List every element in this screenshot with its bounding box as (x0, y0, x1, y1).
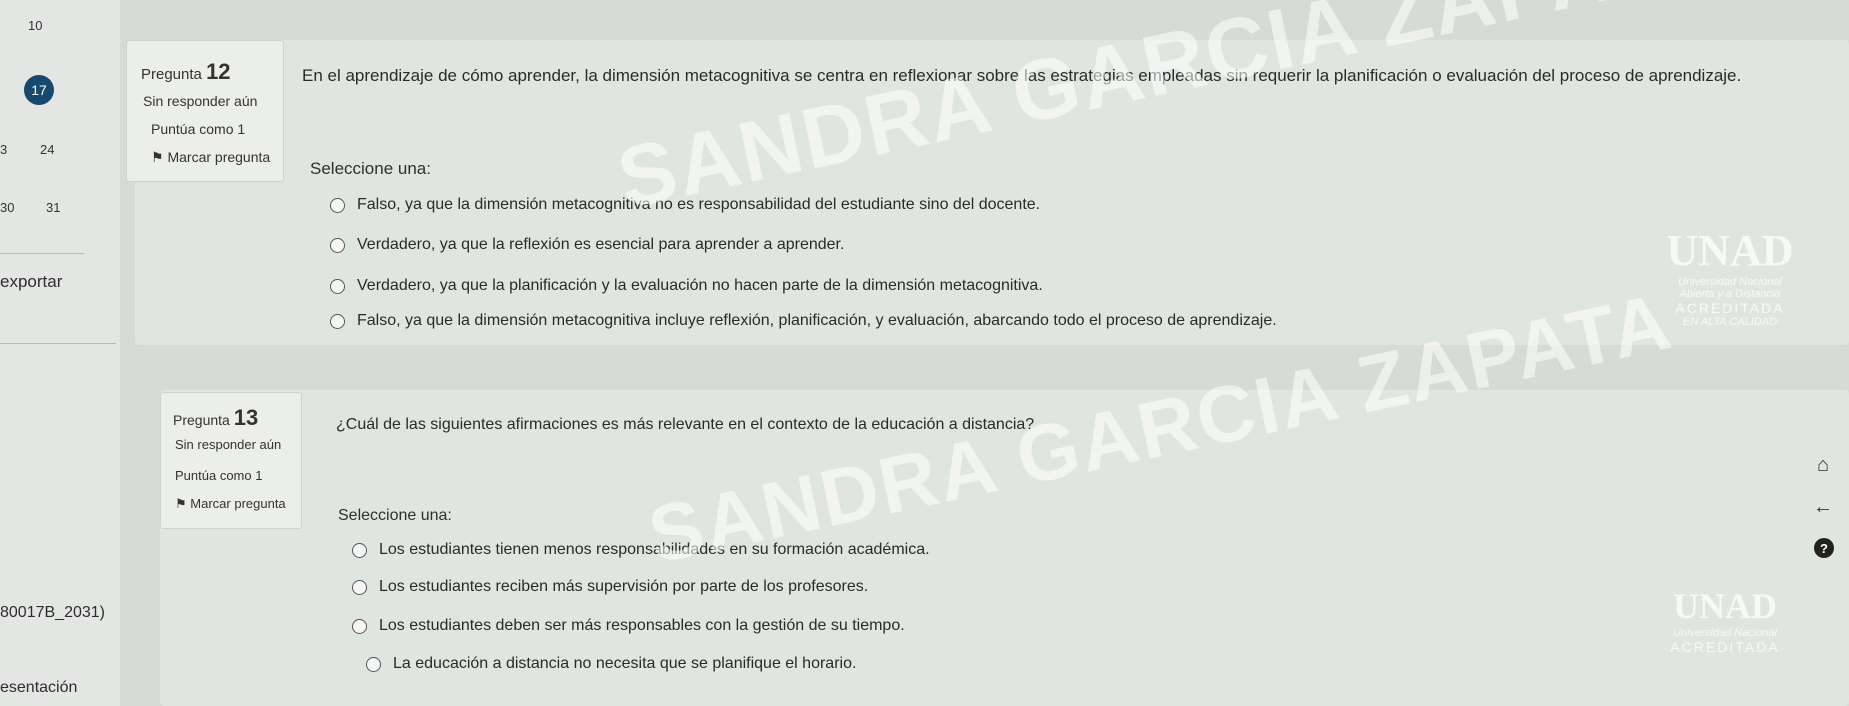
radio-button[interactable] (352, 618, 367, 634)
nav-number-24[interactable]: 24 (40, 142, 54, 157)
nav-divider-2 (0, 343, 116, 344)
logo-name: UNAD (1673, 586, 1777, 626)
question-12-prompt: Seleccione una: (310, 159, 431, 178)
radio-button[interactable] (330, 313, 345, 329)
radio-button[interactable] (366, 656, 381, 672)
flag-question-13[interactable]: ⚑ Marcar pregunta (175, 496, 286, 512)
question-icon[interactable]: ? (1814, 538, 1834, 558)
question-number: 12 (206, 59, 231, 84)
q12-option-2[interactable]: Verdadero, ya que la reflexión es esenci… (330, 236, 844, 254)
option-label: Los estudiantes reciben más supervisión … (379, 578, 869, 595)
question-label: Pregunta (173, 412, 230, 428)
q13-option-3[interactable]: Los estudiantes deben ser más responsabl… (352, 617, 905, 635)
flag-question-12[interactable]: ⚑ Marcar pregunta (151, 149, 270, 166)
option-label: Los estudiantes deben ser más responsabl… (379, 617, 905, 634)
flag-icon: ⚑ (151, 149, 164, 165)
radio-button[interactable] (352, 542, 367, 558)
q13-option-2[interactable]: Los estudiantes reciben más supervisión … (352, 578, 868, 596)
option-label: Verdadero, ya que la planificación y la … (357, 277, 1043, 294)
radio-button[interactable] (352, 579, 367, 595)
nav-number-30[interactable]: 30 (0, 200, 14, 215)
presentation-link[interactable]: esentación (0, 679, 77, 697)
question-12-info: Pregunta 12 Sin responder aún Puntúa com… (126, 40, 284, 182)
nav-number-3[interactable]: 3 (0, 142, 7, 157)
nav-current-label: 17 (31, 82, 47, 98)
option-label: La educación a distancia no necesita que… (393, 655, 857, 672)
question-12-score: Puntúa como 1 (151, 121, 246, 137)
flag-label: Marcar pregunta (167, 149, 271, 165)
nav-divider (0, 253, 84, 254)
unad-logo-2: UNAD Universidad Nacional ACREDITADA (1620, 585, 1830, 655)
radio-button[interactable] (330, 237, 345, 253)
export-link[interactable]: exportar (0, 272, 62, 292)
question-13-info: Pregunta 13 Sin responder aún Puntúa com… (160, 392, 302, 529)
flag-icon: ⚑ (175, 496, 187, 511)
question-13-prompt: Seleccione una: (338, 507, 452, 524)
option-label: Verdadero, ya que la reflexión es esenci… (357, 236, 845, 253)
nav-current-17[interactable]: 17 (24, 75, 54, 105)
radio-button[interactable] (330, 278, 345, 294)
logo-accredited: ACREDITADA (1670, 639, 1780, 655)
question-12-heading: Pregunta 12 (141, 59, 231, 85)
radio-button[interactable] (330, 197, 345, 213)
question-number: 13 (233, 405, 259, 430)
flag-label: Marcar pregunta (190, 496, 286, 511)
nav-number-10[interactable]: 10 (28, 18, 42, 33)
option-label: Falso, ya que la dimensión metacognitiva… (357, 312, 1277, 329)
home-icon[interactable]: ⌂ (1810, 452, 1836, 478)
arrow-left-icon[interactable]: ← (1810, 494, 1836, 520)
q12-option-3[interactable]: Verdadero, ya que la planificación y la … (330, 277, 1043, 295)
question-13-heading: Pregunta 13 (173, 405, 258, 431)
question-12-status: Sin responder aún (143, 93, 258, 109)
nav-number-31[interactable]: 31 (46, 200, 60, 215)
question-13-status: Sin responder aún (175, 437, 282, 452)
logo-subtitle-1: Universidad Nacional (1673, 627, 1777, 639)
q13-option-1[interactable]: Los estudiantes tienen menos responsabil… (352, 541, 930, 559)
quiz-navigation-panel (0, 0, 120, 706)
question-13-score: Puntúa como 1 (175, 468, 263, 483)
course-code[interactable]: 80017B_2031) (0, 604, 105, 622)
question-label: Pregunta (141, 66, 202, 83)
q12-option-4[interactable]: Falso, ya que la dimensión metacognitiva… (330, 312, 1277, 330)
q13-option-4[interactable]: La educación a distancia no necesita que… (366, 655, 856, 673)
logo-name: UNAD (1666, 226, 1794, 275)
